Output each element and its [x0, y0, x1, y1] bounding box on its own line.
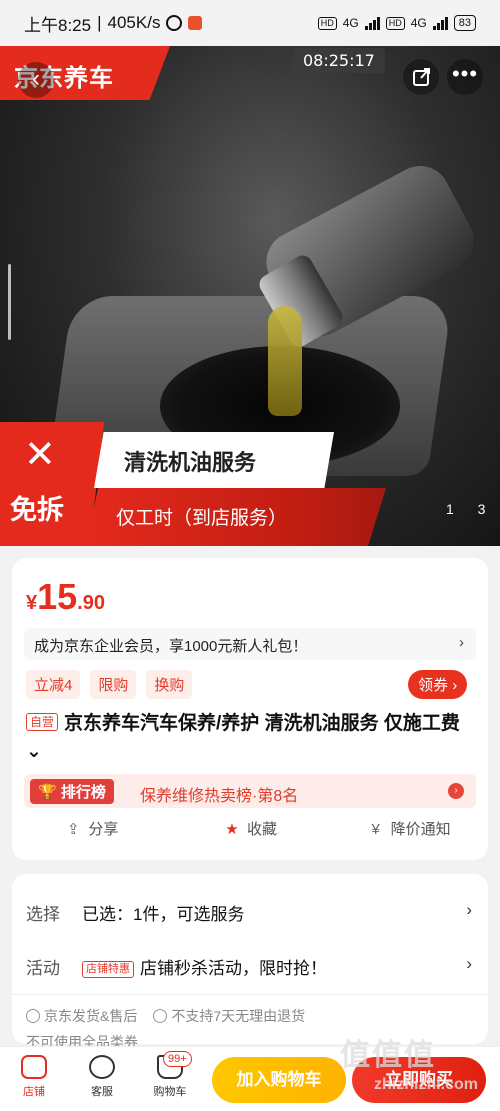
banner-red-badge: ✕ 免拆 — [0, 422, 104, 546]
product-title: 自营 京东养车汽车保养/养护 清洗机油服务 仅施工费 ⌄ — [26, 710, 476, 766]
cart-count-badge: 99+ — [163, 1051, 192, 1067]
self-operated-badge: 自营 — [26, 713, 59, 731]
share-label: 分享 — [88, 821, 119, 838]
coupon-label: 领券 — [418, 677, 449, 694]
chevron-right-icon: › — [466, 900, 472, 919]
check-circle-icon — [26, 1009, 40, 1023]
image-page-indicator: 1 3 — [446, 501, 496, 517]
store-label: 店铺 — [23, 1086, 45, 1098]
share-icon: ⇪ — [67, 821, 80, 838]
service-text: 京东发货&售后 — [44, 1008, 138, 1024]
ranking-badge: 🏆 排行榜 — [30, 779, 114, 804]
product-image-carousel[interactable]: 京东养车 ‹ 08:25:17 ••• ✕ 免拆 清洗机油服务 仅工时（到店服务… — [0, 46, 500, 546]
ranking-badge-label: 排行榜 — [60, 784, 106, 801]
expand-chevron-icon[interactable]: ⌄ — [26, 741, 42, 762]
oil-stream-image — [268, 306, 302, 416]
status-bar: 上午8:25 | 405K/s HD 4G HD 4G 83 — [0, 0, 500, 46]
app-notification-icon — [188, 16, 203, 30]
signal-icon-2 — [432, 16, 448, 30]
product-info-card: ¥15.90 成为京东企业会员，享1000元新人礼包！ › 立减4 限购 换购 … — [12, 558, 488, 860]
hd-icon: HD — [317, 16, 337, 30]
hd-icon-2: HD — [385, 16, 405, 30]
favorite-label: 收藏 — [247, 821, 278, 838]
price-alert-icon: ¥ — [371, 821, 380, 838]
scroll-indicator — [8, 264, 11, 340]
price-alert-label: 降价通知 — [390, 821, 451, 838]
chevron-right-icon: › — [448, 783, 464, 799]
more-options-icon[interactable]: ••• — [447, 59, 483, 95]
customer-service-icon — [89, 1055, 115, 1079]
shop-deal-badge: 店铺特惠 — [82, 961, 134, 978]
banner-title: 清洗机油服务 — [94, 432, 334, 488]
store-icon — [21, 1055, 47, 1079]
activity-text: 店铺秒杀活动，限时抢！ — [140, 959, 327, 978]
activity-label: 活动 — [26, 959, 60, 978]
divider — [12, 994, 488, 995]
product-title-text: 京东养车汽车保养/养护 清洗机油服务 仅施工费 — [64, 713, 460, 734]
clock: 上午8:25 — [24, 15, 92, 35]
tag-limit[interactable]: 限购 — [90, 670, 137, 699]
service-item: 京东发货&售后 — [26, 1006, 137, 1026]
select-label: 选择 — [26, 905, 60, 924]
banner-subtitle: 仅工时（到店服务） — [86, 488, 386, 546]
chevron-circle-icon: › — [452, 677, 458, 694]
signal-icon-1 — [364, 16, 380, 30]
share-button[interactable]: ⇪ 分享 — [12, 818, 171, 839]
activity-row[interactable]: 活动 店铺特惠 店铺秒杀活动，限时抢！ › — [26, 946, 478, 986]
watermark: 值值值 — [340, 1039, 436, 1072]
store-button[interactable]: 店铺 — [4, 1055, 64, 1099]
wrench-screwdriver-icon: ✕ — [24, 434, 56, 476]
get-coupon-button[interactable]: 领券 › — [408, 670, 468, 699]
tag-exchange[interactable]: 换购 — [146, 670, 193, 699]
chevron-right-icon: › — [466, 954, 472, 973]
product-actions: ⇪ 分享 ★ 收藏 ¥ 降价通知 — [12, 818, 488, 839]
banner-label: 免拆 — [10, 495, 64, 525]
network-type-2: 4G — [410, 16, 427, 30]
select-value: 已选：1件，可选服务 — [82, 905, 245, 924]
star-icon: ★ — [225, 821, 239, 838]
enterprise-member-promo[interactable]: 成为京东企业会员，享1000元新人礼包！ › — [24, 628, 476, 660]
tag-discount[interactable]: 立减4 — [26, 670, 81, 699]
promo-tags: 立减4 限购 换购 — [26, 670, 193, 699]
watermark-url: zhizhizhi.com — [374, 1076, 478, 1093]
share-icon-button[interactable] — [403, 59, 439, 95]
chevron-right-icon: › — [459, 634, 464, 651]
network-speed: 405K/s — [107, 13, 161, 32]
selection-card: 选择 已选：1件，可选服务 › 活动 店铺特惠 店铺秒杀活动，限时抢！ › 京东发… — [12, 874, 488, 1050]
service-text: 不支持7天无理由退货 — [171, 1008, 306, 1024]
alarm-icon — [166, 15, 183, 31]
battery-icon: 83 — [453, 15, 476, 31]
ranking-text: 保养维修热卖榜·第8名 — [140, 788, 299, 805]
activity-value: 店铺特惠 店铺秒杀活动，限时抢！ — [82, 954, 327, 979]
customer-service-button[interactable]: 客服 — [72, 1055, 132, 1099]
add-to-cart-button[interactable]: 加入购物车 — [212, 1057, 346, 1103]
price-alert-button[interactable]: ¥ 降价通知 — [329, 818, 488, 839]
price: ¥15.90 — [26, 576, 105, 618]
service-guarantees[interactable]: 京东发货&售后 不支持7天无理由退货 — [26, 1006, 305, 1026]
cart-label: 购物车 — [153, 1086, 187, 1098]
price-decimal: .90 — [77, 592, 105, 614]
promo-text: 成为京东企业会员，享1000元新人礼包！ — [34, 638, 308, 655]
price-currency: ¥ — [26, 592, 38, 614]
network-type-1: 4G — [342, 16, 359, 30]
service-item: 不支持7天无理由退货 — [153, 1006, 305, 1026]
ranking-row[interactable]: 🏆 排行榜 保养维修热卖榜·第8名 › — [24, 774, 476, 808]
info-circle-icon — [153, 1009, 168, 1023]
service-label: 客服 — [91, 1086, 113, 1098]
timer-display: 08:25:17 — [293, 48, 385, 73]
favorite-button[interactable]: ★ 收藏 — [171, 818, 330, 839]
separator: | — [97, 13, 102, 32]
back-button[interactable]: ‹ — [18, 62, 54, 98]
select-option-row[interactable]: 选择 已选：1件，可选服务 › — [26, 892, 478, 932]
share-icon — [413, 68, 430, 86]
price-integer: 15 — [37, 576, 78, 617]
